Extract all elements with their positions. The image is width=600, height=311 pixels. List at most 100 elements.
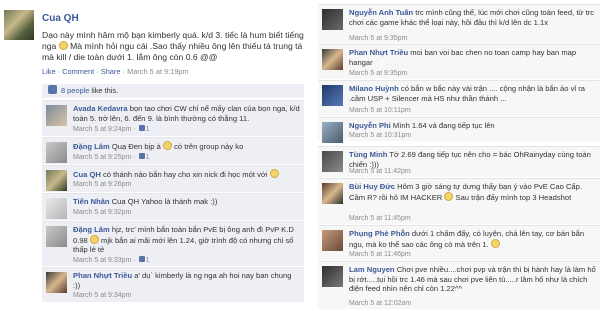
comment-meta: March 5 at 9:25pm · 1	[73, 153, 150, 161]
commenter-avatar[interactable]	[322, 151, 343, 172]
comment: Tùng Minh Tờ 2.69 đang tiếp tục nên cho …	[318, 146, 600, 177]
comment-text-2: mjk bắn ai mãi mới lên 1.24, giờ trình đ…	[73, 235, 294, 255]
post: Cua QH Dạo này mình hâm mộ bạn kimberly …	[0, 0, 308, 80]
comment-like-count: 1	[145, 126, 150, 133]
comment-text: Mình 1.64 và đang tiếp tục lên	[392, 121, 495, 130]
comment-time[interactable]: March 5 at 9:34pm	[73, 292, 131, 299]
smiley-icon	[162, 141, 172, 150]
comment-meta: March 5 at 9:24pm · 1	[73, 125, 150, 133]
comment-text-2: Sau trận đấy mình top 3 Headshot	[455, 192, 572, 202]
comment-meta: March 5 at 12:02am	[349, 300, 411, 307]
commenter-avatar[interactable]	[46, 226, 67, 247]
comment-like-count: 1	[145, 154, 150, 161]
commenter-name[interactable]: Tiến Nhân	[73, 197, 110, 206]
comment-meta: March 5 at 11:46pm	[349, 251, 411, 258]
commenter-avatar[interactable]	[322, 85, 343, 106]
thumbs-up-icon	[48, 85, 57, 94]
comment: Phan Nhựt Triều moi ban voi bac chen no …	[318, 44, 600, 79]
comment-text: Cua QH Yahoo là thánh mak :))	[111, 197, 218, 206]
commenter-name[interactable]: Lam Nguyen	[349, 265, 395, 274]
comment-time[interactable]: March 5 at 9:35pm	[349, 70, 407, 77]
comment: Avada Kedavra bọn tao chơi CW chỉ nể mấy…	[42, 100, 304, 136]
comment-like-count: 1	[145, 257, 150, 264]
comment-time[interactable]: March 5 at 9:25pm	[73, 154, 131, 161]
commenter-avatar[interactable]	[46, 170, 67, 191]
like-icon	[138, 153, 145, 159]
comment-time[interactable]: March 5 at 10:31pm	[349, 132, 411, 139]
comment: Nguyễn Phi Mình 1.64 và đang tiếp tục lê…	[318, 117, 600, 143]
comment: Milano Huỳnh có bắn w bắc này vài trận .…	[318, 80, 600, 116]
post-timestamp[interactable]: March 5 at 9:19pm	[127, 67, 189, 76]
comment-meta: March 5 at 9:34pm	[73, 292, 131, 299]
like-icon	[138, 256, 145, 262]
comment-time[interactable]: March 5 at 9:35pm	[349, 35, 407, 42]
commenter-name[interactable]: Phụng Phè Phỗn	[349, 229, 410, 238]
comment-time[interactable]: March 5 at 9:32pm	[73, 209, 131, 216]
commenter-avatar[interactable]	[46, 272, 67, 293]
comment-time[interactable]: March 5 at 11:42pm	[349, 168, 411, 175]
commenter-avatar[interactable]	[322, 9, 343, 30]
commenter-avatar[interactable]	[46, 198, 67, 219]
comment: Phụng Phè Phỗn dưới 1 chấm đấy, có luyện…	[318, 225, 600, 260]
comment-meta: March 5 at 9:35pm	[349, 70, 407, 77]
commenter-name[interactable]: Đặng Lâm	[73, 225, 110, 234]
commenter-name[interactable]: Phan Nhựt Triều	[349, 48, 408, 57]
commenter-avatar[interactable]	[322, 122, 343, 143]
commenter-name[interactable]: Đặng Lâm	[73, 142, 110, 151]
commenter-name[interactable]: Nguyễn Anh Tuấn	[349, 8, 413, 17]
commenter-avatar[interactable]	[46, 142, 67, 163]
post-text-2: Mà mình hỏi ngu cái .Sao thấy nhiều ông …	[42, 41, 303, 62]
like-link[interactable]: Like	[42, 67, 56, 76]
comment-meta: March 5 at 11:45pm	[349, 215, 411, 222]
comment: Phan Nhựt Triều a' dụ` kimberly là ng ng…	[42, 267, 304, 302]
comment-meta: March 5 at 9:26pm	[73, 181, 131, 188]
comment: Lam Nguyen Chơi pve nhiều....chơi pvp và…	[318, 261, 600, 309]
smiley-icon	[89, 234, 99, 244]
comment-time[interactable]: March 5 at 11:46pm	[349, 251, 411, 258]
likes-suffix: like this.	[91, 86, 119, 95]
comment-meta: March 5 at 9:33pm · 1	[73, 256, 150, 264]
commenter-avatar[interactable]	[322, 183, 343, 204]
comment-time[interactable]: March 5 at 10:11pm	[349, 107, 411, 114]
commenter-name[interactable]: Tùng Minh	[349, 150, 387, 159]
post-body: Dạo này mình hâm mộ bạn kimberly quá. k/…	[42, 30, 304, 63]
comment-text: Quạ Đen bịp à	[111, 142, 161, 151]
commenter-name[interactable]: Phan Nhựt Triều	[73, 271, 132, 280]
comment: Tiến Nhân Cua QH Yahoo là thánh mak :)) …	[42, 193, 304, 220]
smiley-icon	[490, 238, 500, 248]
comment: Nguyễn Anh Tuấn trc mình cũng thế, lúc m…	[318, 4, 600, 43]
commenter-name[interactable]: Nguyễn Phi	[349, 121, 391, 130]
commenter-avatar[interactable]	[46, 105, 67, 126]
commenter-name[interactable]: Milano Huỳnh	[349, 84, 399, 93]
comment-text-2: có trên group này ko	[174, 142, 244, 151]
comment-time[interactable]: March 5 at 9:24pm	[73, 126, 131, 133]
comment-time[interactable]: March 5 at 9:33pm	[73, 257, 131, 264]
post-author-avatar[interactable]	[4, 10, 34, 40]
commenter-name[interactable]: Avada Kedavra	[73, 104, 128, 113]
comment-time[interactable]: March 5 at 11:45pm	[349, 215, 411, 222]
post-author-name[interactable]: Cua QH	[42, 13, 79, 24]
commenter-name[interactable]: Bùi Huy Đức	[349, 182, 395, 191]
share-link[interactable]: Share	[101, 67, 121, 76]
left-panel: Cua QH Dạo này mình hâm mộ bạn kimberly …	[0, 0, 308, 311]
likes-bar: 8 people like this.	[42, 84, 304, 98]
comment-link[interactable]: Comment	[62, 67, 94, 76]
comment-time[interactable]: March 5 at 9:26pm	[73, 181, 131, 188]
commenter-avatar[interactable]	[322, 49, 343, 70]
right-panel: Nguyễn Anh Tuấn trc mình cũng thế, lúc m…	[318, 0, 600, 311]
commenter-avatar[interactable]	[322, 230, 343, 251]
post-meta: Like · Comment · Share · March 5 at 9:19…	[42, 67, 189, 76]
comment-meta: March 5 at 10:11pm	[349, 107, 411, 114]
comment-meta: March 5 at 9:35pm	[349, 35, 407, 42]
comment: Đặng Lâm hjz, trc' mình bắn toàn bắn PvE…	[42, 221, 304, 266]
commenter-name[interactable]: Cua QH	[73, 170, 101, 179]
comment-meta: March 5 at 10:31pm	[349, 132, 411, 139]
smiley-icon	[444, 191, 454, 201]
smiley-icon	[269, 169, 279, 178]
comment: Cua QH có thánh nào bắn hay cho xin nick…	[42, 165, 304, 192]
commenter-avatar[interactable]	[322, 266, 343, 287]
likes-count[interactable]: 8 people	[61, 86, 89, 95]
comment-time[interactable]: March 5 at 12:02am	[349, 300, 411, 307]
comment: Bùi Huy Đức Hôm 3 giờ sáng tự dưng thấy …	[318, 178, 600, 224]
smiley-icon	[58, 41, 68, 50]
